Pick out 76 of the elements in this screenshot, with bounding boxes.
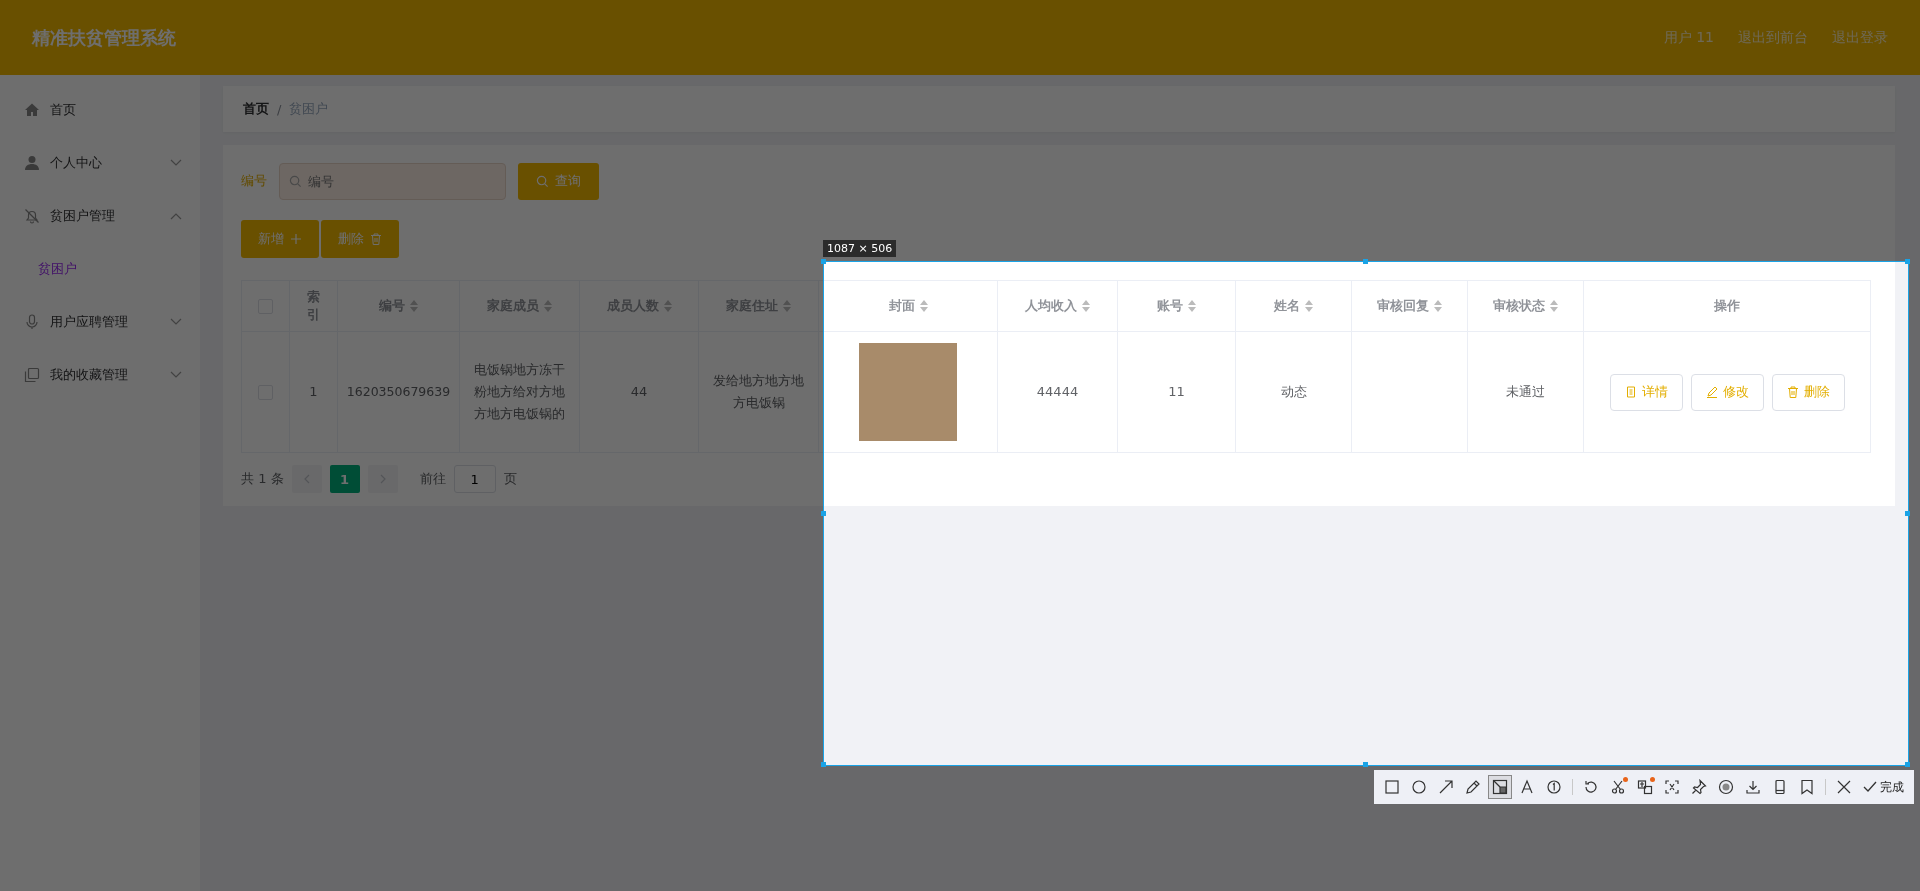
column-header[interactable]: 姓名	[1274, 297, 1300, 315]
resize-handle[interactable]	[821, 259, 826, 264]
checkmark-icon	[1863, 781, 1877, 793]
column-header[interactable]: 操作	[1714, 297, 1740, 315]
resize-handle[interactable]	[1905, 259, 1910, 264]
header-link[interactable]: 退出登录	[1832, 28, 1888, 47]
breadcrumb-item[interactable]: 首页	[243, 100, 269, 118]
sidebar-subitem[interactable]: 贫困户	[0, 242, 200, 295]
table-cell: 11	[1168, 383, 1185, 399]
delete-button[interactable]: 删除	[321, 220, 399, 258]
resize-handle[interactable]	[1905, 510, 1910, 516]
delete-button[interactable]: 删除	[1771, 373, 1845, 411]
sidebar-item[interactable]: 我的收藏管理	[0, 348, 200, 401]
edit-icon	[1705, 386, 1718, 398]
sort-icon[interactable]	[1434, 300, 1442, 312]
sort-icon[interactable]	[1305, 300, 1313, 312]
next-page-button[interactable]	[367, 465, 398, 493]
breadcrumb-separator: /	[277, 101, 282, 117]
size-label: 1087 × 506	[823, 240, 897, 257]
bell-icon	[24, 207, 40, 224]
sidebar-item[interactable]: 首页	[0, 83, 200, 136]
previous-page-button[interactable]	[291, 465, 322, 493]
document-icon	[1624, 386, 1637, 398]
details-button[interactable]: 详情	[1609, 373, 1683, 411]
total-count: 共 1 条	[241, 470, 284, 488]
edit-button[interactable]: 修改	[1690, 373, 1764, 411]
search-button[interactable]: 查询	[518, 162, 599, 200]
search-label: 编号	[241, 172, 267, 190]
sort-icon[interactable]	[544, 300, 552, 312]
sort-icon[interactable]	[410, 300, 418, 312]
resize-handle[interactable]	[1905, 762, 1910, 767]
trash-icon	[370, 233, 382, 245]
sort-icon[interactable]	[783, 300, 791, 312]
mosaic-icon[interactable]	[1488, 775, 1512, 799]
sort-icon[interactable]	[1082, 300, 1090, 312]
add-button[interactable]: 新增	[241, 220, 319, 258]
page-button[interactable]: 1	[329, 465, 360, 493]
table-cell: 1620350679639	[346, 384, 451, 400]
resize-handle[interactable]	[1363, 762, 1368, 767]
column-header[interactable]: 人均收入	[1025, 297, 1077, 315]
sidebar-item[interactable]: 个人中心	[0, 136, 200, 189]
table-cell: 电饭锅地方冻干粉地方给对方地方地方电饭锅的	[474, 361, 565, 422]
header-link[interactable]: 用户 11	[1663, 28, 1714, 47]
copy-icon	[24, 366, 40, 383]
microphone-icon	[24, 313, 40, 330]
column-header[interactable]: 审核状态	[1493, 297, 1545, 315]
resize-handle[interactable]	[821, 510, 826, 516]
table-cell: 未通过	[1506, 383, 1545, 399]
table-cell: 44444	[1036, 383, 1079, 399]
sort-icon[interactable]	[1550, 300, 1558, 312]
table-cell: 1	[309, 383, 318, 399]
table-cell: 动态	[1280, 383, 1307, 399]
header-link[interactable]: 退出到前台	[1738, 28, 1808, 47]
page-input[interactable]: 1	[453, 465, 496, 493]
search-icon	[536, 174, 549, 188]
column-header[interactable]: 审核回复	[1377, 297, 1429, 315]
sort-icon[interactable]	[663, 300, 672, 312]
resize-handle[interactable]	[1363, 259, 1368, 264]
goto-label: 前往	[419, 470, 446, 488]
home-icon	[24, 101, 40, 118]
trash-icon	[1786, 386, 1799, 398]
user-icon	[24, 154, 40, 171]
table-cell: 44	[630, 383, 648, 399]
sidebar-item[interactable]: 用户应聘管理	[0, 295, 200, 348]
search-icon	[289, 174, 302, 188]
sort-icon[interactable]	[919, 300, 928, 312]
plus-icon	[290, 233, 302, 245]
column-header[interactable]: 封面	[888, 297, 915, 315]
column-header[interactable]: 账号	[1157, 297, 1183, 315]
resize-handle[interactable]	[821, 762, 826, 767]
sidebar-item[interactable]: 贫困户管理	[0, 189, 200, 242]
done-button[interactable]: 完成	[1859, 778, 1908, 796]
table-cell: 发给地方地方地方电饭锅	[713, 372, 804, 410]
sort-icon[interactable]	[1188, 300, 1196, 312]
app-title: 精准扶贫管理系统	[32, 25, 176, 50]
page-suffix: 页	[503, 470, 517, 488]
